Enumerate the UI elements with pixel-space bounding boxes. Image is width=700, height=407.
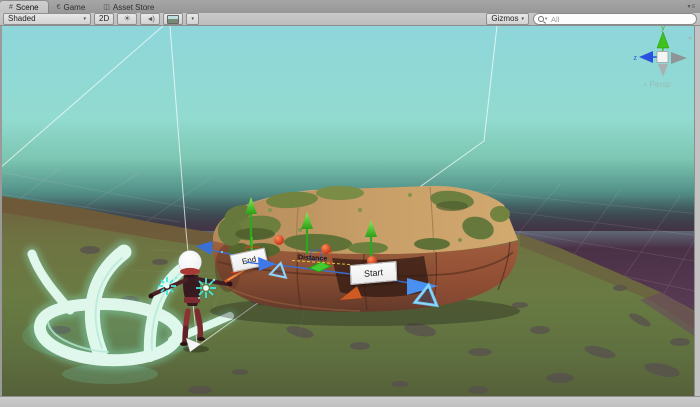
scene-search-field[interactable]: ▾	[533, 13, 697, 25]
scene-viewport[interactable]: y z Distance End Start ‹ Persp	[0, 26, 700, 397]
scene-toolbar: Shaded ▾ 2D ☀ ◄) ▾ Gizmos ▾ ▾	[0, 13, 700, 26]
viewport-right-border	[694, 26, 700, 407]
image-icon	[167, 14, 180, 24]
audio-toggle-button[interactable]: ◄)	[140, 13, 161, 25]
projection-text: Persp	[649, 80, 671, 89]
store-box-icon: ◫	[103, 3, 110, 11]
gizmos-dropdown[interactable]: Gizmos ▾	[486, 13, 529, 25]
gizmo-cube	[656, 51, 669, 63]
shading-mode-dropdown[interactable]: Shaded ▾	[3, 13, 91, 25]
pane-menu-icon[interactable]: ▾≡	[687, 3, 696, 10]
effects-toggle-button[interactable]	[163, 13, 184, 25]
chevron-down-icon: ▾	[545, 16, 548, 21]
tab-bar: # Scene € Game ◫ Asset Store ▾≡	[0, 0, 700, 13]
2d-toggle-button[interactable]: 2D	[94, 13, 115, 25]
tab-scene[interactable]: # Scene	[0, 1, 48, 13]
gizmos-label: Gizmos	[491, 14, 519, 23]
start-waypoint-label[interactable]: Start	[349, 260, 398, 286]
tab-game[interactable]: € Game	[48, 1, 95, 13]
window-bottom-bar	[0, 396, 700, 407]
chevron-left-icon: ‹	[644, 80, 647, 89]
projection-mode-label[interactable]: ‹ Persp	[644, 80, 671, 89]
shading-mode-label: Shaded	[8, 14, 36, 23]
axis-y-label: y	[661, 26, 665, 32]
tab-asset-store-label: Asset Store	[112, 2, 155, 12]
2d-toggle-label: 2D	[99, 14, 110, 23]
chevron-down-icon: ▾	[191, 15, 194, 22]
speaker-icon: ◄)	[146, 15, 155, 23]
distance-annotation: Distance	[297, 254, 328, 263]
chevron-down-icon: ▾	[521, 15, 524, 22]
chevron-down-icon: ▾	[83, 15, 86, 22]
axis-z-label: z	[634, 55, 638, 62]
gamepad-icon: €	[56, 3, 61, 11]
grid-icon: #	[9, 3, 13, 11]
end-label-text: End	[241, 254, 257, 266]
tab-game-label: Game	[63, 2, 86, 12]
sun-icon: ☀	[123, 14, 131, 23]
viewport-left-border	[0, 26, 2, 397]
scene-canvas[interactable]: y z	[0, 26, 700, 397]
search-input[interactable]	[534, 14, 671, 24]
unity-editor-window: # Scene € Game ◫ Asset Store ▾≡ Shaded ▾…	[0, 0, 700, 407]
effects-dropdown-button[interactable]: ▾	[186, 13, 200, 25]
start-label-text: Start	[363, 267, 384, 279]
tab-asset-store[interactable]: ◫ Asset Store	[94, 1, 163, 13]
lighting-toggle-button[interactable]: ☀	[117, 13, 138, 25]
tab-scene-label: Scene	[15, 2, 39, 12]
search-icon	[538, 16, 544, 22]
